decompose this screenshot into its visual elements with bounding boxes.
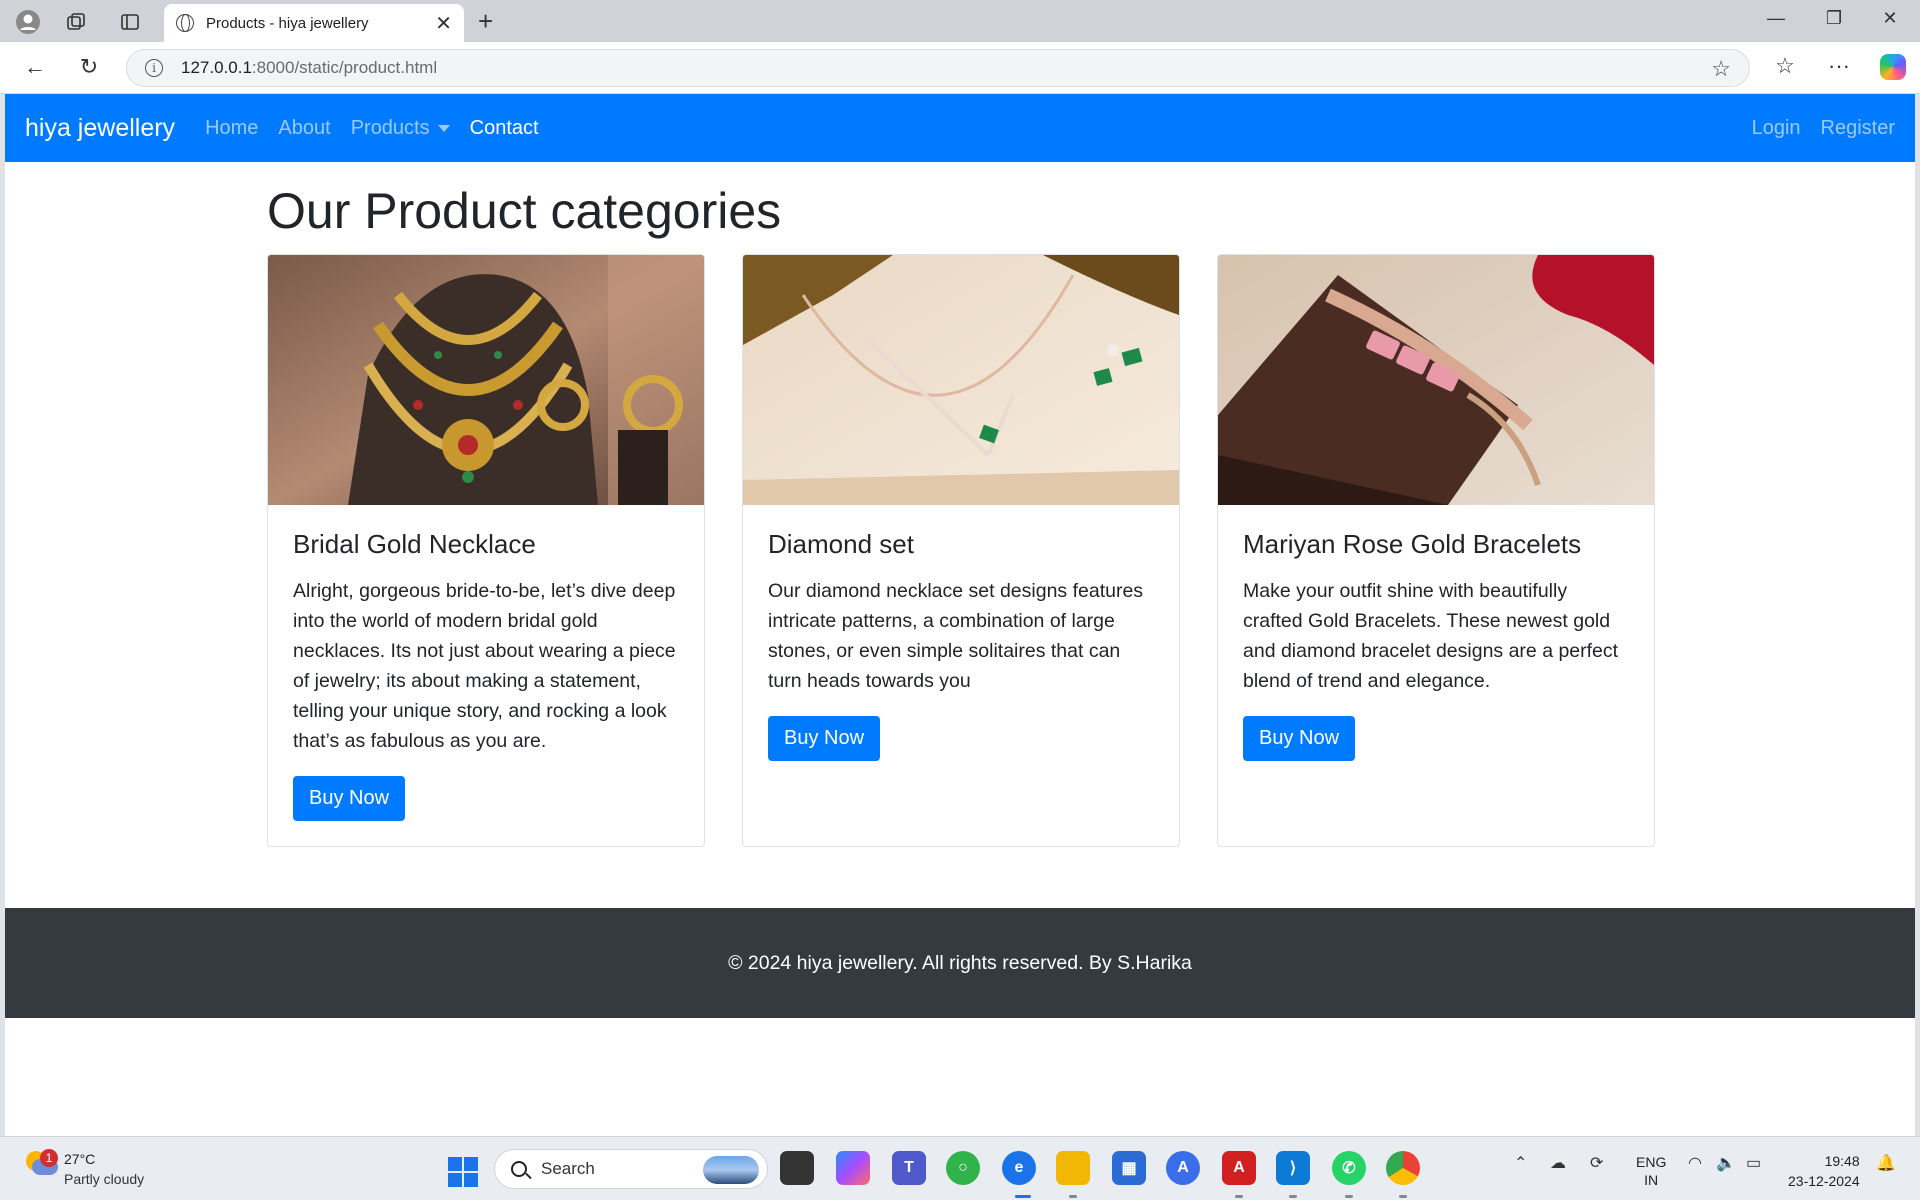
product-image-rose-gold-bracelet <box>1218 255 1654 505</box>
copilot-app-icon[interactable] <box>836 1151 870 1185</box>
product-card-bracelets: Mariyan Rose Gold Bracelets Make your ou… <box>1217 254 1655 847</box>
app-icon[interactable]: A <box>1166 1151 1200 1185</box>
tab-title: Products - hiya jewellery <box>206 14 369 32</box>
card-title: Diamond set <box>768 529 914 559</box>
onedrive-icon[interactable]: ☁ <box>1550 1153 1566 1173</box>
language-indicator[interactable]: ENG IN <box>1636 1153 1666 1189</box>
close-window-icon[interactable]: ✕ <box>1870 8 1910 29</box>
browser-tab-active[interactable]: Products - hiya jewellery ✕ <box>164 4 464 42</box>
whatsapp-icon[interactable]: ✆ <box>1332 1151 1366 1185</box>
nav-register[interactable]: Register <box>1821 117 1895 140</box>
nav-about[interactable]: About <box>278 117 330 140</box>
address-bar-row: ← ↻ i 127.0.0.1:8000/static/product.html… <box>0 42 1920 94</box>
nav-products-label: Products <box>350 116 430 139</box>
store-icon[interactable]: ▦ <box>1112 1151 1146 1185</box>
whatsapp-running-indicator <box>1345 1195 1353 1198</box>
weather-temp: 27°C <box>64 1151 96 1167</box>
card-text: Our diamond necklace set designs feature… <box>768 580 1144 692</box>
restore-icon[interactable]: ❐ <box>1814 8 1854 29</box>
acrobat-running-indicator <box>1235 1195 1243 1198</box>
card-body: Mariyan Rose Gold Bracelets Make your ou… <box>1218 505 1654 785</box>
weather-condition: Partly cloudy <box>64 1171 145 1187</box>
close-tab-icon[interactable]: ✕ <box>435 11 452 36</box>
edge-icon[interactable]: e <box>1002 1151 1036 1185</box>
lang-line2: IN <box>1644 1172 1659 1188</box>
search-icon <box>511 1161 527 1177</box>
caret-down-icon <box>437 124 450 132</box>
buy-now-button[interactable]: Buy Now <box>768 716 881 761</box>
tab-actions-icon[interactable] <box>116 8 144 36</box>
page-viewport: hiya jewellery Home About Products Conta… <box>5 94 1915 1136</box>
globe-icon <box>176 14 194 32</box>
reload-icon[interactable]: ↻ <box>74 54 104 80</box>
explorer-running-indicator <box>1069 1195 1077 1198</box>
site-footer: © 2024 hiya jewellery. All rights reserv… <box>5 908 1915 1018</box>
site-brand[interactable]: hiya jewellery <box>25 114 175 143</box>
footer-text: © 2024 hiya jewellery. All rights reserv… <box>728 951 1192 974</box>
sync-icon[interactable]: ⟳ <box>1590 1153 1603 1173</box>
workspaces-icon[interactable] <box>62 8 90 36</box>
site-info-icon[interactable]: i <box>145 59 163 77</box>
teams-icon[interactable]: T <box>892 1151 926 1185</box>
card-text: Make your outfit shine with beautifully … <box>1243 580 1619 692</box>
url-path: :8000/static/product.html <box>251 58 438 77</box>
favorite-star-icon[interactable]: ☆ <box>1711 56 1731 82</box>
card-title: Mariyan Rose Gold Bracelets <box>1243 529 1582 559</box>
nav-contact[interactable]: Contact <box>470 117 539 140</box>
file-explorer-icon[interactable] <box>1056 1151 1090 1185</box>
taskbar-search[interactable]: Search <box>494 1149 768 1189</box>
os-taskbar: 1 27°C Partly cloudy Search T ○ e ▦ A A … <box>0 1136 1920 1200</box>
buy-now-button[interactable]: Buy Now <box>293 776 406 821</box>
vscode-running-indicator <box>1289 1195 1297 1198</box>
start-icon[interactable] <box>448 1157 478 1187</box>
lang-line1: ENG <box>1636 1154 1667 1170</box>
back-icon[interactable]: ← <box>20 54 50 80</box>
volume-muted-icon[interactable]: 🔈 <box>1716 1153 1736 1173</box>
task-view-icon[interactable] <box>780 1151 814 1185</box>
more-menu-icon[interactable]: ··· <box>1822 53 1856 79</box>
clock-date: 23-12-2024 <box>1788 1173 1860 1189</box>
copilot-icon[interactable] <box>1880 54 1906 80</box>
clock-time: 19:48 <box>1824 1153 1860 1169</box>
product-card-diamond: Diamond set Our diamond necklace set des… <box>742 254 1180 847</box>
buy-now-button[interactable]: Buy Now <box>1243 716 1356 761</box>
chrome-icon[interactable] <box>1386 1151 1420 1185</box>
nav-home[interactable]: Home <box>205 117 258 140</box>
favorites-icon[interactable]: ☆ <box>1768 53 1802 79</box>
product-image-bridal-necklace <box>268 255 704 505</box>
card-text: Alright, gorgeous bride-to-be, let’s div… <box>293 580 676 752</box>
card-body: Bridal Gold Necklace Alright, gorgeous b… <box>268 505 704 845</box>
profile-icon[interactable] <box>14 8 42 36</box>
clock[interactable]: 19:48 23-12-2024 <box>1788 1151 1860 1191</box>
url-field[interactable]: i 127.0.0.1:8000/static/product.html ☆ <box>126 49 1750 87</box>
refresh-app-icon[interactable]: ○ <box>946 1151 980 1185</box>
card-title: Bridal Gold Necklace <box>293 529 536 559</box>
notification-bell-icon[interactable]: 🔔 <box>1876 1153 1896 1173</box>
vscode-icon[interactable]: ⟩ <box>1276 1151 1310 1185</box>
card-body: Diamond set Our diamond necklace set des… <box>743 505 1179 785</box>
browser-tab-bar: Products - hiya jewellery ✕ + — ❐ ✕ <box>0 0 1920 42</box>
nav-auth-links: Login Register <box>1732 94 1895 162</box>
new-tab-icon[interactable]: + <box>478 6 493 37</box>
taskbar-search-label: Search <box>541 1159 595 1178</box>
minimize-icon[interactable]: — <box>1756 8 1796 29</box>
product-image-diamond-set <box>743 255 1179 505</box>
edge-active-indicator <box>1015 1195 1031 1198</box>
site-navbar: hiya jewellery Home About Products Conta… <box>5 94 1915 162</box>
page-title: Our Product categories <box>267 183 782 239</box>
search-highlight-icon <box>703 1156 759 1184</box>
battery-icon[interactable]: ▭ <box>1746 1153 1761 1173</box>
nav-products-dropdown[interactable]: Products <box>351 117 450 140</box>
nav-login[interactable]: Login <box>1752 117 1801 140</box>
product-card-bridal: Bridal Gold Necklace Alright, gorgeous b… <box>267 254 705 847</box>
weather-badge: 1 <box>40 1149 58 1167</box>
url-host: 127.0.0.1 <box>181 58 252 77</box>
chevron-up-icon[interactable]: ⌃ <box>1514 1153 1527 1173</box>
acrobat-icon[interactable]: A <box>1222 1151 1256 1185</box>
chrome-running-indicator <box>1399 1195 1407 1198</box>
wifi-icon[interactable]: ◠ <box>1688 1153 1702 1173</box>
